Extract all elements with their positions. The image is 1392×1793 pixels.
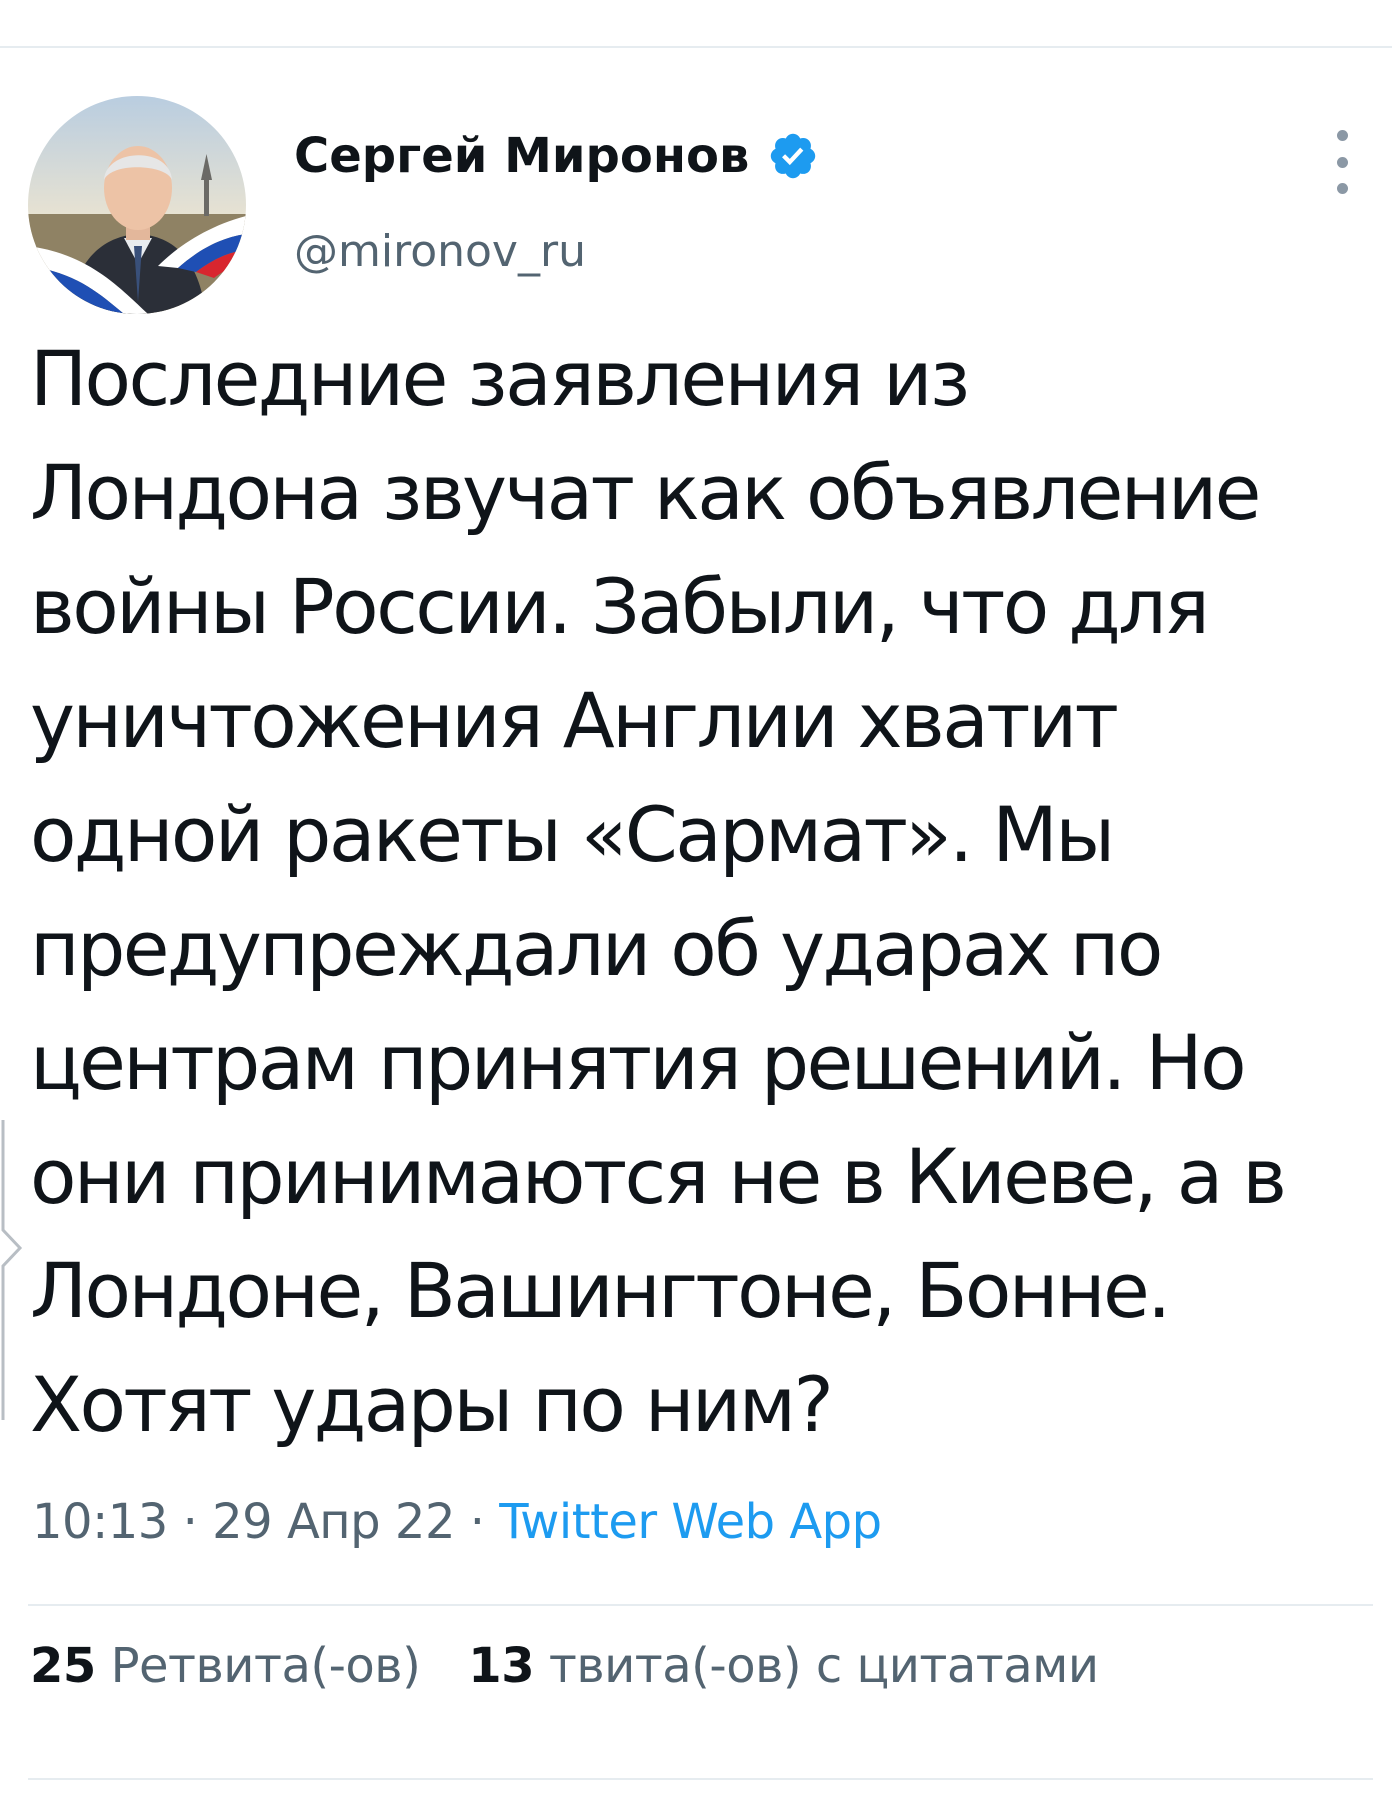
meta-separator: · [469,1494,485,1550]
author-display-name[interactable]: Сергей Миронов [294,124,749,188]
retweets-label: Ретвита(-ов) [110,1638,421,1694]
more-vertical-icon[interactable] [1322,130,1362,194]
tweet-text: Последние заявления из Лондона звучат ка… [30,334,1287,1449]
quotes-label: твита(-ов) с цитатами [548,1638,1099,1694]
edge-panel-handle[interactable] [0,1120,24,1420]
author-display-name-row[interactable]: Сергей Миронов [294,124,819,188]
meta-separator: · [182,1494,198,1550]
tweet-stats: 25 Ретвита(-ов) 13 твита(-ов) с цитатами [30,1634,1099,1698]
top-divider [0,46,1392,48]
quotes-count: 13 [468,1638,535,1694]
tweet-source-link[interactable]: Twitter Web App [499,1494,882,1550]
retweets-stat[interactable]: 25 Ретвита(-ов) [30,1638,421,1694]
quotes-stat[interactable]: 13 твита(-ов) с цитатами [468,1638,1099,1694]
tweet-time[interactable]: 10:13 [32,1494,168,1550]
tweet-metadata: 10:13 · 29 Апр 22 · Twitter Web App [32,1490,882,1554]
author-handle[interactable]: @mironov_ru [294,224,586,280]
tweet-date[interactable]: 29 Апр 22 [212,1494,455,1550]
stats-bottom-divider [28,1778,1373,1780]
avatar-image [28,96,246,314]
more-dot [1336,156,1348,168]
more-dot [1336,183,1348,194]
retweets-count: 25 [30,1638,96,1694]
stats-top-divider [28,1604,1373,1606]
avatar[interactable] [28,96,246,314]
more-dot [1336,130,1348,141]
verified-badge-icon [767,130,819,182]
